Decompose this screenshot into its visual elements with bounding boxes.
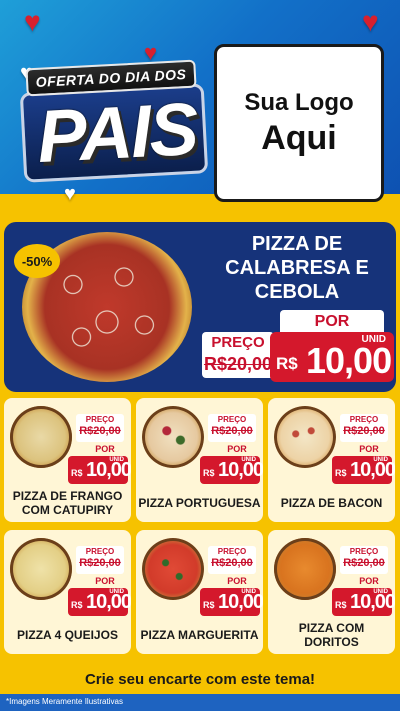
pizza-image [274, 538, 336, 600]
new-price-box: UNID R$ 10,00 [270, 332, 394, 382]
discount-badge: -50% [14, 244, 60, 278]
old-price-box: PREÇO R$20,00 [202, 332, 274, 378]
new-price: 10,00 [86, 591, 131, 613]
price-label: PREÇO [217, 547, 247, 556]
old-price: R$20,00 [203, 354, 273, 374]
product-name: PIZZA DE FRANGO COM CATUPIRY [12, 489, 123, 517]
currency-label: R$ [276, 354, 298, 373]
price-label: PREÇO [217, 415, 247, 424]
new-price-box: UNID R$ 10,00 [68, 456, 131, 484]
por-label: POR [227, 576, 247, 586]
product-name: PIZZA MARGUERITA [140, 628, 259, 642]
heart-icon: ♥ [362, 6, 379, 37]
disclaimer: *Imagens Meramente Ilustrativas [6, 697, 123, 706]
new-price: 10,00 [306, 340, 392, 381]
currency-label: R$ [71, 600, 83, 610]
currency-label: R$ [71, 468, 83, 478]
product-name: PIZZA 4 QUEIJOS [17, 628, 118, 642]
header: ♥ ♥ ♥ ♥ ♥ ♥ OFERTA DO DIA DOS PAIS Sua L… [0, 0, 400, 220]
currency-label: R$ [335, 600, 347, 610]
price-label: PREÇO [349, 415, 379, 424]
cta-banner[interactable]: Crie seu encarte com este tema! [4, 664, 396, 694]
featured-product[interactable]: -50% PIZZA DE CALABRESA E CEBOLA POR PRE… [4, 222, 396, 392]
logo-line-1: Sua Logo [244, 88, 354, 116]
new-price-box: UNID R$ 10,00 [200, 456, 263, 484]
pizza-image [142, 406, 204, 468]
old-price: R$20,00 [343, 557, 385, 569]
new-price-box: UNID R$ 10,00 [332, 588, 395, 616]
por-label: POR [227, 444, 247, 454]
product-card[interactable]: PREÇO R$20,00 POR UNID R$ 10,00 PIZZA CO… [268, 530, 395, 654]
product-name: PIZZA DE BACON [280, 496, 383, 510]
new-price: 10,00 [218, 459, 263, 481]
old-price-box: PREÇO R$20,00 [208, 414, 256, 442]
product-card[interactable]: PREÇO R$20,00 POR UNID R$ 10,00 PIZZA MA… [136, 530, 263, 654]
old-price-box: PREÇO R$20,00 [340, 414, 388, 442]
price-label: PREÇO [211, 334, 265, 351]
por-label: POR [359, 576, 379, 586]
new-price: 10,00 [350, 591, 395, 613]
product-card[interactable]: PREÇO R$20,00 POR UNID R$ 10,00 PIZZA DE… [4, 398, 131, 522]
old-price-box: PREÇO R$20,00 [208, 546, 256, 574]
old-price-box: PREÇO R$20,00 [76, 546, 124, 574]
heart-icon: ♥ [64, 183, 76, 205]
logo-line-2: Aqui [261, 118, 337, 157]
new-price: 10,00 [218, 591, 263, 613]
logo-placeholder[interactable]: Sua Logo Aqui [214, 44, 384, 202]
old-price: R$20,00 [79, 557, 121, 569]
currency-label: R$ [335, 468, 347, 478]
old-price: R$20,00 [343, 425, 385, 437]
new-price: 10,00 [350, 459, 395, 481]
pizza-image [274, 406, 336, 468]
new-price-box: UNID R$ 10,00 [332, 456, 395, 484]
por-label: POR [280, 310, 384, 334]
featured-product-name: PIZZA DE CALABRESA E CEBOLA [225, 233, 369, 303]
heart-icon: ♥ [24, 6, 41, 37]
product-name: PIZZA PORTUGUESA [138, 496, 261, 510]
new-price-box: UNID R$ 10,00 [200, 588, 263, 616]
currency-label: R$ [203, 468, 215, 478]
old-price-box: PREÇO R$20,00 [340, 546, 388, 574]
por-label: POR [359, 444, 379, 454]
old-price: R$20,00 [211, 557, 253, 569]
pizza-image [10, 406, 72, 468]
campaign-title: PAIS [35, 86, 199, 179]
pizza-image [142, 538, 204, 600]
product-name: PIZZA COM DORITOS [298, 621, 365, 649]
product-card[interactable]: PREÇO R$20,00 POR UNID R$ 10,00 PIZZA 4 … [4, 530, 131, 654]
product-card[interactable]: PREÇO R$20,00 POR UNID R$ 10,00 PIZZA PO… [136, 398, 263, 522]
new-price: 10,00 [86, 459, 131, 481]
price-label: PREÇO [349, 547, 379, 556]
pizza-image [10, 538, 72, 600]
old-price-box: PREÇO R$20,00 [76, 414, 124, 442]
campaign-badge: OFERTA DO DIA DOS PAIS [14, 58, 210, 183]
new-price-box: UNID R$ 10,00 [68, 588, 131, 616]
price-label: PREÇO [85, 415, 115, 424]
old-price: R$20,00 [211, 425, 253, 437]
price-label: PREÇO [85, 547, 115, 556]
product-card[interactable]: PREÇO R$20,00 POR UNID R$ 10,00 PIZZA DE… [268, 398, 395, 522]
currency-label: R$ [203, 600, 215, 610]
old-price: R$20,00 [79, 425, 121, 437]
por-label: POR [95, 444, 115, 454]
por-label: POR [95, 576, 115, 586]
